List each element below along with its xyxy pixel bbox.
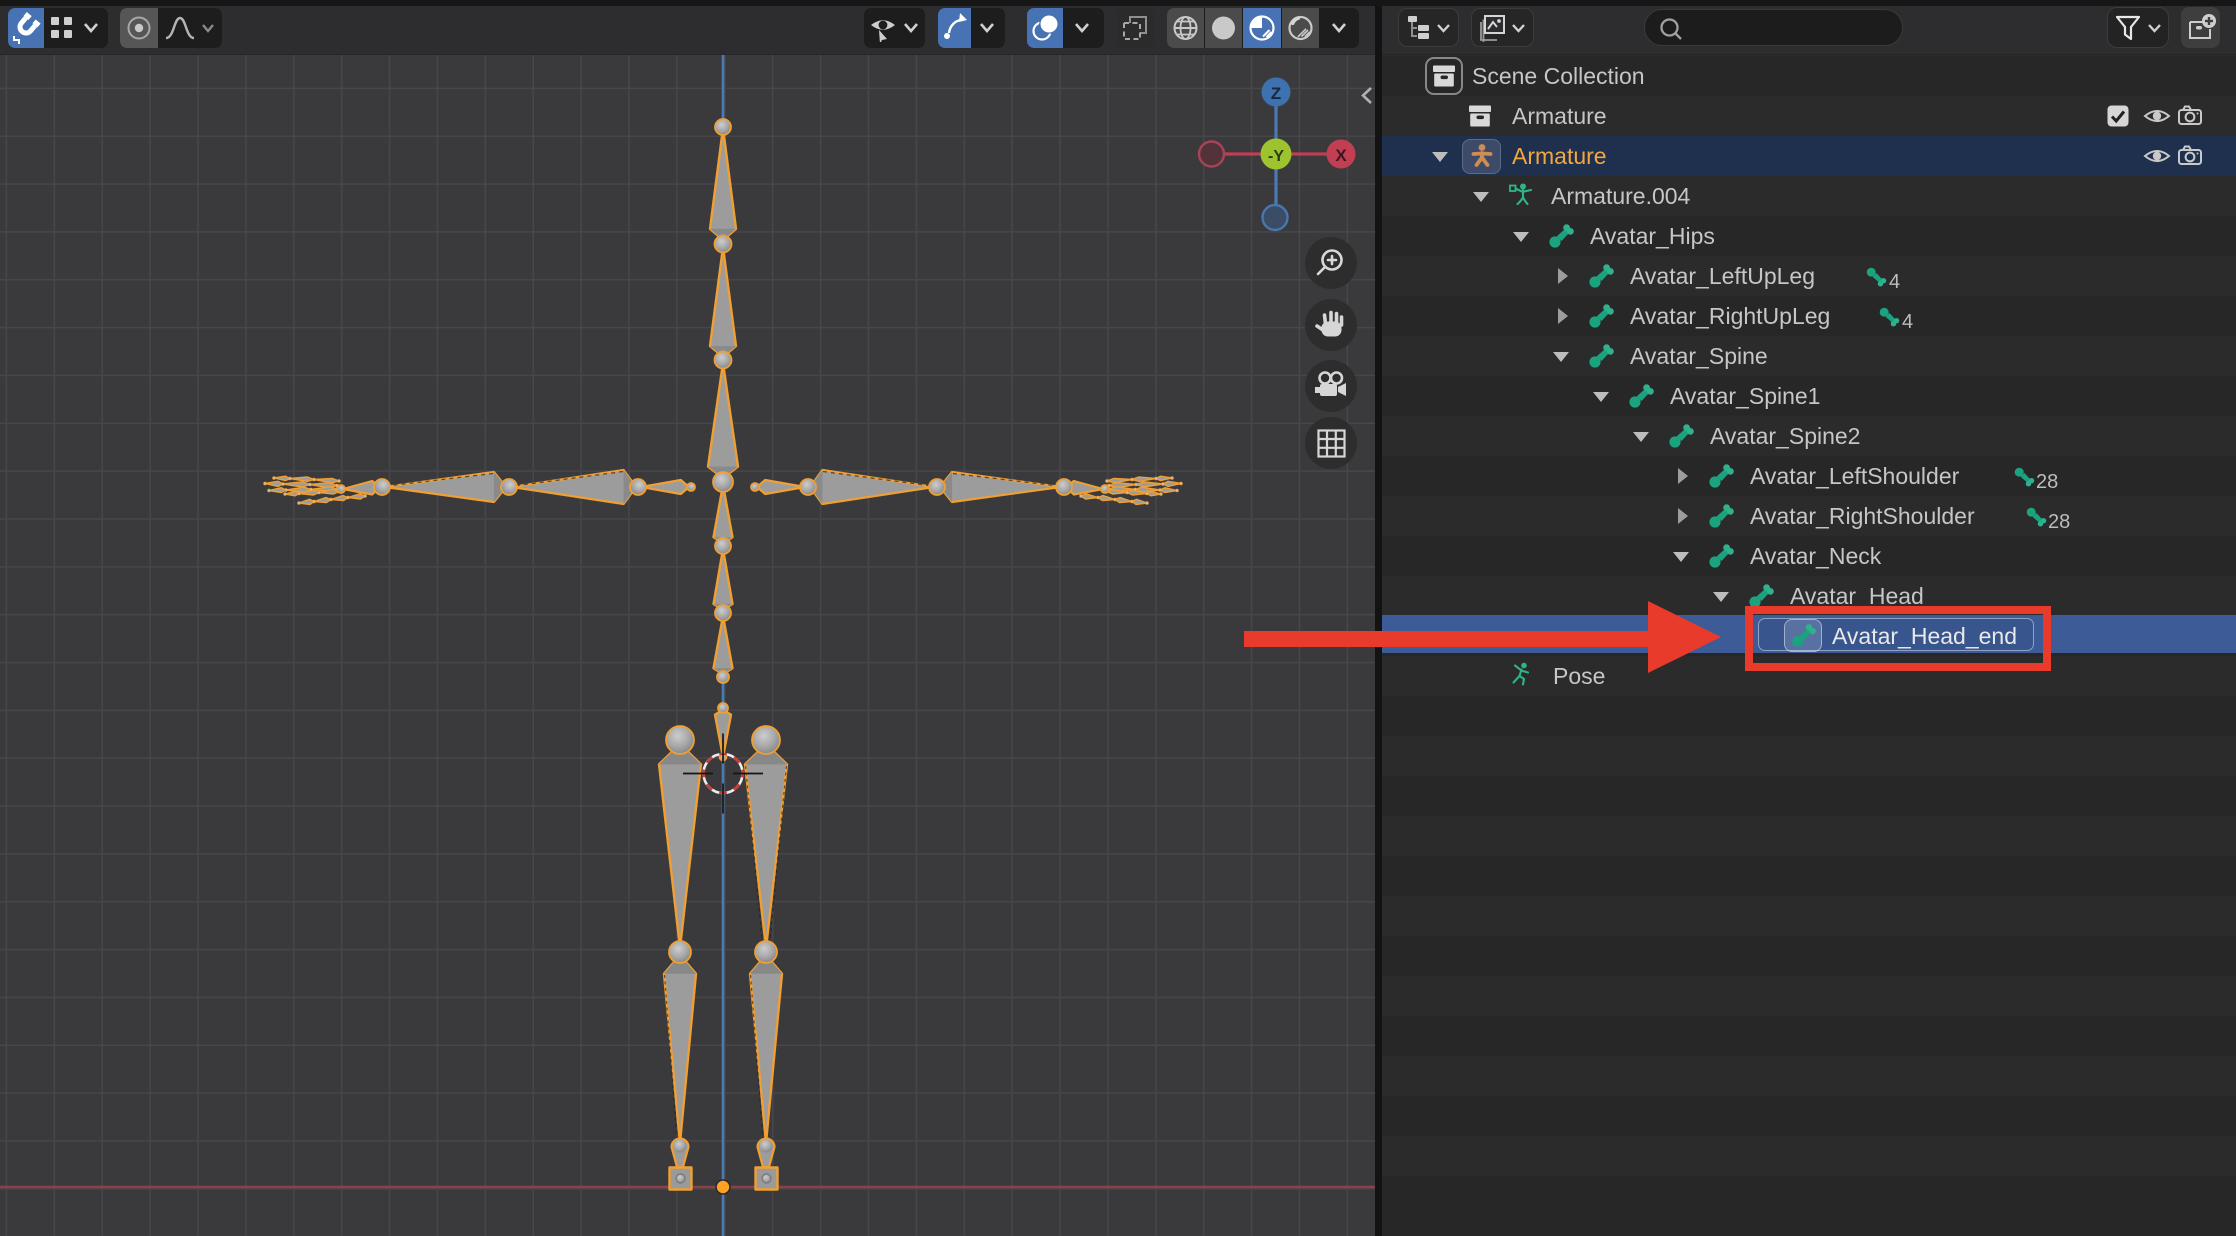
svg-text:X: X xyxy=(1335,146,1347,165)
svg-text:Z: Z xyxy=(1271,84,1281,103)
svg-text:-Y: -Y xyxy=(1268,148,1284,165)
